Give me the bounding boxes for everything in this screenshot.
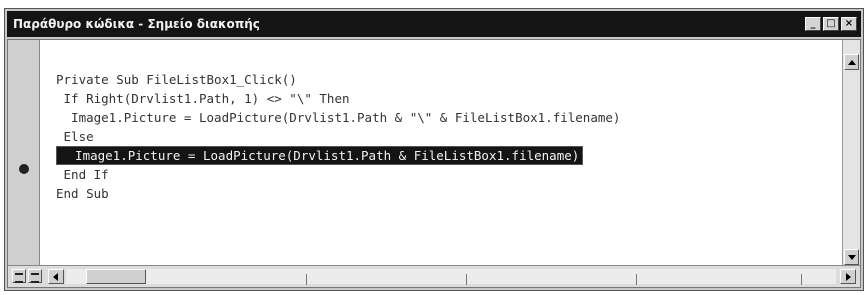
code-line[interactable]: Private Sub FileListBox1_Click() [56,70,836,89]
code-area[interactable]: Private Sub FileListBox1_Click() If Righ… [56,70,836,203]
track-mark [466,274,467,285]
scroll-up-button[interactable] [844,54,859,70]
track-mark [306,274,307,285]
scroll-down-button[interactable] [844,249,859,265]
breakpoint-dot-icon[interactable] [19,164,29,174]
window-controls: _ □ × [805,17,857,31]
scroll-right-button[interactable] [840,269,856,284]
code-line[interactable]: Else [56,127,836,146]
bottom-bar [8,265,860,287]
arrow-up-icon [848,60,856,65]
full-module-view-button[interactable] [28,269,42,283]
code-editor[interactable]: Private Sub FileListBox1_Click() If Righ… [7,39,861,288]
code-line[interactable]: Image1.Picture = LoadPicture(Drvlist1.Pa… [56,108,836,127]
track-mark [636,274,637,285]
code-line[interactable]: End Sub [56,184,836,203]
margin-indicator-bar[interactable] [8,40,40,265]
scroll-left-button[interactable] [48,269,64,284]
procedure-view-button[interactable] [12,269,26,283]
maximize-button[interactable]: □ [823,17,839,31]
code-line-breakpoint-highlighted[interactable]: Image1.Picture = LoadPicture(Drvlist1.Pa… [56,146,836,165]
horizontal-scrollbar-track[interactable] [66,269,836,285]
arrow-down-icon [848,255,856,260]
full-module-view-icon [31,273,39,283]
vertical-scrollbar[interactable] [842,40,860,265]
title-bar[interactable]: Παράθυρο κώδικα - Σημείο διακοπής _ □ × [7,11,861,37]
track-mark [801,274,802,285]
code-window: Παράθυρο κώδικα - Σημείο διακοπής _ □ × … [4,8,864,291]
code-line[interactable]: If Right(Drvlist1.Path, 1) <> "\" Then [56,89,836,108]
minimize-button[interactable]: _ [805,17,821,31]
horizontal-scroll-thumb[interactable] [86,269,146,284]
procedure-view-icon [15,273,23,283]
close-button[interactable]: × [841,17,857,31]
window-title: Παράθυρο κώδικα - Σημείο διακοπής [13,17,260,31]
arrow-right-icon [846,273,851,281]
code-line[interactable]: End If [56,165,836,184]
arrow-left-icon [53,273,58,281]
